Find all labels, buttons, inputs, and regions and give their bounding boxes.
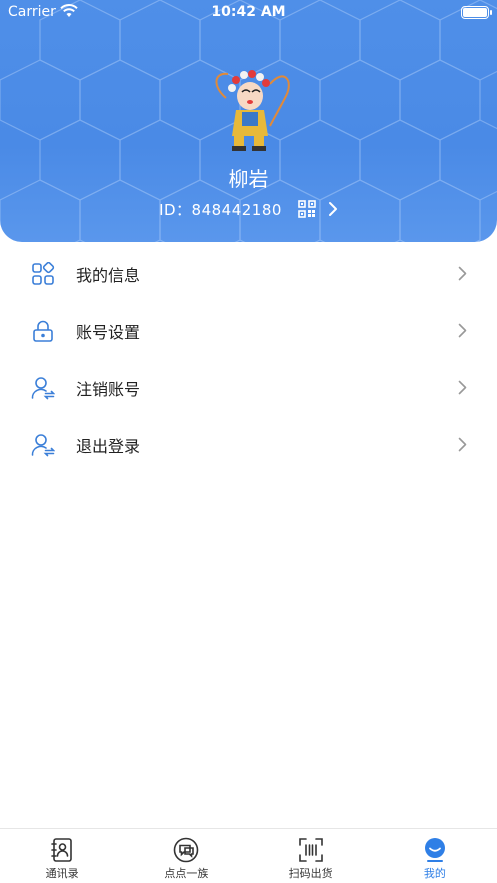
avatar[interactable] <box>208 66 290 152</box>
profile-id: ID：848442180 <box>159 200 282 219</box>
chevron-right-icon <box>458 323 467 338</box>
tab-scan[interactable]: 扫码出货 <box>249 829 373 883</box>
tab-label-mine: 我的 <box>423 867 446 880</box>
clock: 10:42 AM <box>211 4 286 20</box>
chevron-right-icon <box>458 266 467 281</box>
chevron-right-icon <box>458 380 467 395</box>
menu-label-cancel-account: 注销账号 <box>76 379 141 399</box>
profile-id-row[interactable]: ID：848442180 <box>0 198 497 220</box>
menu-label-account-settings: 账号设置 <box>76 322 141 342</box>
user-switch-icon <box>31 376 55 399</box>
menu-item-account-settings[interactable]: 账号设置 <box>0 302 497 359</box>
chevron-right-icon <box>328 202 337 216</box>
tab-diandian[interactable]: 点点一族 <box>124 829 248 883</box>
settings-menu: 我的信息 账号设置 注销账号 退出登录 <box>0 245 497 473</box>
qr-code-icon[interactable] <box>298 200 316 218</box>
apps-icon <box>32 261 55 285</box>
lock-icon <box>33 320 53 342</box>
menu-label-my-info: 我的信息 <box>76 265 141 285</box>
battery-tip <box>490 10 492 15</box>
menu-label-logout: 退出登录 <box>76 436 141 456</box>
tab-bar: 通讯录 点点一族 扫码出货 我的 <box>0 828 497 883</box>
user-switch-icon <box>31 433 55 456</box>
tab-label-contacts: 通讯录 <box>45 867 79 880</box>
tab-label-scan: 扫码出货 <box>288 867 333 880</box>
profile-icon <box>424 838 445 862</box>
tab-contacts[interactable]: 通讯录 <box>0 829 124 883</box>
tab-label-diandian: 点点一族 <box>164 867 209 880</box>
menu-item-cancel-account[interactable]: 注销账号 <box>0 359 497 416</box>
tab-mine[interactable]: 我的 <box>373 829 497 883</box>
profile-name: 柳岩 <box>228 167 269 191</box>
status-bar: Carrier 10:42 AM <box>0 0 497 26</box>
contacts-icon <box>51 838 72 862</box>
scan-icon <box>298 838 323 862</box>
menu-item-logout[interactable]: 退出登录 <box>0 416 497 473</box>
profile-header: Carrier 10:42 AM 柳岩 ID：848442180 <box>0 0 497 242</box>
chat-icon <box>174 837 199 863</box>
menu-item-my-info[interactable]: 我的信息 <box>0 245 497 302</box>
battery-icon <box>461 6 489 19</box>
chevron-right-icon <box>458 437 467 452</box>
